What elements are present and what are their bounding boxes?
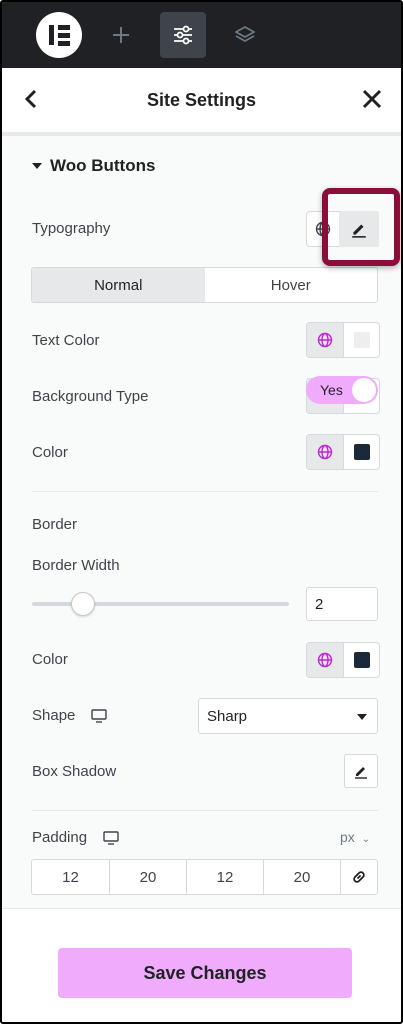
sliders-icon [174, 25, 192, 45]
link-values-button[interactable] [340, 860, 377, 894]
border-width-label: Border Width [32, 557, 120, 574]
global-colors-button[interactable] [307, 435, 343, 469]
chevron-left-icon [24, 89, 37, 109]
shape-row: Shape [32, 707, 108, 724]
shape-select[interactable]: Sharp [198, 698, 378, 734]
section-divider [32, 810, 378, 811]
border-width-input[interactable]: 2 [306, 587, 378, 621]
global-colors-button[interactable] [307, 643, 343, 677]
toggle-knob [352, 378, 376, 402]
section-title: Woo Buttons [50, 156, 156, 175]
text-color-swatch-button[interactable] [343, 323, 379, 357]
pencil-icon [352, 224, 366, 238]
globe-icon [317, 652, 333, 668]
pencil-icon [355, 767, 367, 779]
color-swatch [353, 652, 370, 668]
desktop-icon[interactable] [103, 830, 119, 845]
site-settings-panel: Site Settings Woo Buttons Typography Nor… [0, 0, 403, 1024]
close-button[interactable] [361, 88, 383, 115]
caret-down-icon [357, 714, 367, 720]
border-width-slider-handle[interactable] [71, 592, 95, 616]
page-title: Site Settings [146, 89, 257, 110]
desktop-icon[interactable] [91, 708, 108, 723]
link-icon [353, 871, 365, 883]
border-color-label: Color [32, 651, 68, 668]
globe-icon [317, 332, 333, 348]
padding-inputs: 12 20 12 20 [31, 859, 378, 895]
color-swatch [353, 444, 370, 460]
box-shadow-label: Box Shadow [32, 763, 117, 780]
tab-hover[interactable]: Hover [205, 268, 378, 302]
add-element-button[interactable] [98, 12, 144, 58]
save-changes-button[interactable]: Save Changes [58, 948, 352, 998]
plus-icon [113, 27, 129, 43]
padding-left-input[interactable]: 20 [263, 860, 340, 894]
typography-label: Typography [32, 220, 111, 237]
back-button[interactable] [22, 88, 42, 115]
color-swatch [353, 332, 370, 348]
tab-normal[interactable]: Normal [32, 268, 205, 302]
globe-icon [317, 444, 333, 460]
border-label: Border [32, 516, 78, 533]
border-color-swatch-button[interactable] [343, 643, 379, 677]
close-icon [362, 89, 382, 109]
state-tabs: Normal Hover [31, 267, 378, 303]
padding-bottom-input[interactable]: 12 [186, 860, 263, 894]
color-control [306, 434, 380, 470]
padding-unit-select[interactable]: px ⌄ [340, 829, 370, 845]
caret-down-icon [32, 163, 42, 169]
structure-button[interactable] [222, 12, 268, 58]
top-toolbar [2, 2, 401, 68]
padding-row: Padding [32, 829, 119, 846]
shape-selected-value: Sharp [207, 707, 248, 725]
section-divider [32, 491, 378, 492]
site-settings-button[interactable] [160, 12, 206, 58]
elementor-logo[interactable] [36, 12, 82, 58]
padding-top-input[interactable]: 12 [32, 860, 109, 894]
typography-edit-button[interactable] [339, 211, 379, 247]
panel-header: Site Settings [2, 68, 401, 132]
border-toggle[interactable]: Yes [306, 376, 378, 404]
chevron-down-icon: ⌄ [361, 834, 371, 845]
shape-label: Shape [32, 707, 76, 724]
box-shadow-edit-button[interactable] [344, 754, 378, 788]
padding-right-input[interactable]: 20 [109, 860, 186, 894]
text-color-label: Text Color [32, 332, 100, 349]
unit-label: px [340, 829, 355, 845]
global-colors-button[interactable] [307, 323, 343, 357]
section-toggle-woo-buttons[interactable]: Woo Buttons [32, 156, 155, 176]
background-type-label: Background Type [32, 388, 149, 405]
color-label: Color [32, 444, 68, 461]
layers-icon [235, 26, 255, 42]
border-color-control [306, 642, 380, 678]
text-color-control [306, 322, 380, 358]
color-swatch-button[interactable] [343, 435, 379, 469]
padding-label: Padding [32, 829, 88, 846]
toggle-label: Yes [320, 382, 343, 398]
